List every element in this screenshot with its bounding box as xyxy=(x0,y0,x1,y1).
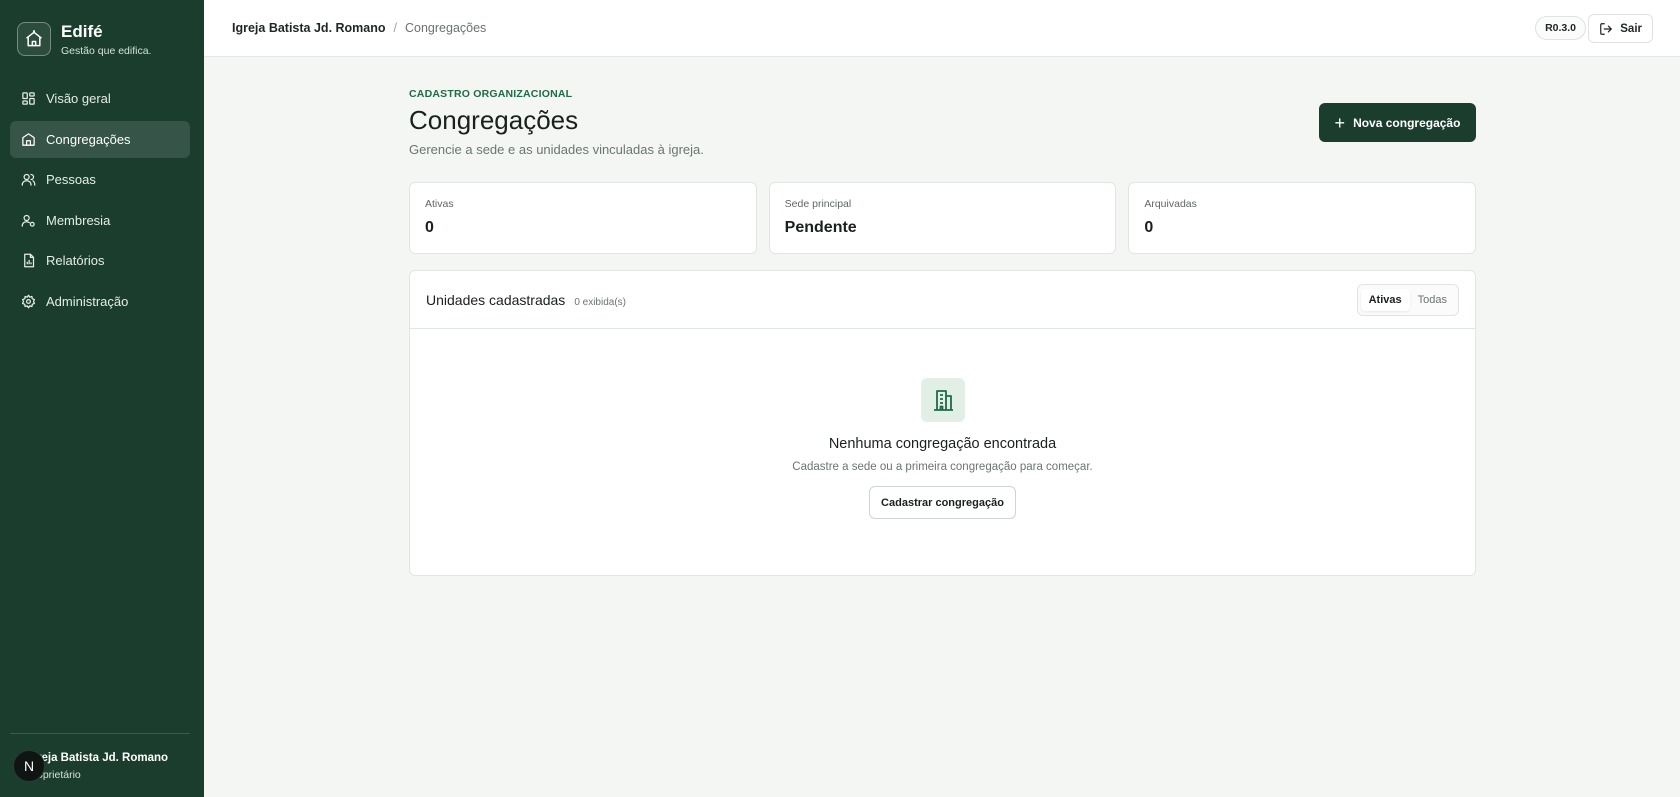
user-check-icon xyxy=(20,212,36,228)
sidebar-item-label: Relatórios xyxy=(46,253,105,268)
breadcrumb-org[interactable]: Igreja Batista Jd. Romano xyxy=(232,21,386,35)
sidebar-divider xyxy=(10,733,190,734)
stat-value: 0 xyxy=(1144,219,1154,236)
units-count: 0 exibida(s) xyxy=(574,297,627,308)
office-building-icon xyxy=(920,378,965,422)
brand[interactable]: Edifé Gestão que edifica. xyxy=(17,22,151,57)
sidebar-item-pessoas[interactable]: Pessoas xyxy=(10,161,190,198)
avatar[interactable]: N xyxy=(13,750,45,782)
stat-label: Sede principal xyxy=(784,198,852,210)
brand-name: Edifé xyxy=(61,22,103,41)
stat-value: Pendente xyxy=(784,219,857,236)
stat-card-arquivadas: Arquivadas 0 xyxy=(1128,182,1477,254)
breadcrumb-current: Congregações xyxy=(405,21,487,35)
breadcrumb-separator: / xyxy=(393,21,397,35)
filter-ativas[interactable]: Ativas xyxy=(1360,289,1410,311)
units-title: Unidades cadastradas xyxy=(426,292,566,308)
units-header: Unidades cadastradas 0 exibida(s) Ativas… xyxy=(410,271,1475,329)
filter-todas[interactable]: Todas xyxy=(1410,289,1455,311)
sidebar-item-label: Congregações xyxy=(46,131,131,147)
users-icon xyxy=(20,172,36,188)
user-profile[interactable]: N reja Batista Jd. Romano oprietário xyxy=(13,750,168,782)
units-filter: Ativas Todas xyxy=(1356,284,1459,316)
sidebar-item-administracao[interactable]: Administração xyxy=(10,283,190,320)
grid-icon xyxy=(20,91,36,107)
user-name: reja Batista Jd. Romano xyxy=(37,752,169,764)
church-logo-icon xyxy=(17,22,51,56)
logout-icon xyxy=(1599,22,1613,36)
sidebar-item-label: Pessoas xyxy=(46,172,96,187)
logout-label: Sair xyxy=(1620,22,1642,35)
register-congregation-button[interactable]: Cadastrar congregação xyxy=(869,486,1016,519)
sidebar-item-membresia[interactable]: Membresia xyxy=(10,202,190,239)
building-icon xyxy=(20,131,36,147)
sidebar-item-relatorios[interactable]: Relatórios xyxy=(10,242,190,279)
sidebar: Edifé Gestão que edifica. Visão geral Co… xyxy=(0,0,204,797)
stat-label: Arquivadas xyxy=(1144,198,1197,210)
breadcrumb: Igreja Batista Jd. Romano / Congregações xyxy=(232,21,486,35)
stat-card-sede-principal: Sede principal Pendente xyxy=(768,182,1117,254)
sidebar-nav: Visão geral Congregações Pessoas Membres… xyxy=(10,80,190,323)
page-description: Gerencie a sede e as unidades vinculadas… xyxy=(409,142,704,157)
sidebar-item-label: Administração xyxy=(46,293,129,309)
sidebar-item-label: Visão geral xyxy=(46,91,111,106)
report-icon xyxy=(20,253,36,269)
empty-description: Cadastre a sede ou a primeira congregaçã… xyxy=(792,461,1093,473)
stat-card-ativas: Ativas 0 xyxy=(409,182,757,254)
topbar: Igreja Batista Jd. Romano / Congregações… xyxy=(204,0,1680,57)
user-role: oprietário xyxy=(37,769,81,781)
logout-button[interactable]: Sair xyxy=(1588,14,1653,43)
plus-icon: + xyxy=(1334,112,1346,133)
version-badge: R0.3.0 xyxy=(1535,16,1586,40)
empty-state: Nenhuma congregação encontrada Cadastre … xyxy=(410,329,1475,519)
page-title: Congregações xyxy=(409,105,579,135)
new-congregation-label: Nova congregação xyxy=(1353,115,1461,130)
brand-tagline: Gestão que edifica. xyxy=(61,45,152,57)
sidebar-item-label: Membresia xyxy=(46,212,111,228)
stat-value: 0 xyxy=(425,219,434,236)
units-card: Unidades cadastradas 0 exibida(s) Ativas… xyxy=(409,270,1476,576)
sidebar-item-visao-geral[interactable]: Visão geral xyxy=(10,80,190,117)
sidebar-item-congregacoes[interactable]: Congregações xyxy=(10,120,190,158)
stats-row: Ativas 0 Sede principal Pendente Arquiva… xyxy=(409,182,1477,254)
empty-title: Nenhuma congregação encontrada xyxy=(828,436,1057,452)
new-congregation-button[interactable]: + Nova congregação xyxy=(1319,103,1476,142)
page-eyebrow: CADASTRO ORGANIZACIONAL xyxy=(409,88,573,100)
stat-label: Ativas xyxy=(425,198,454,210)
gear-icon xyxy=(20,293,36,309)
